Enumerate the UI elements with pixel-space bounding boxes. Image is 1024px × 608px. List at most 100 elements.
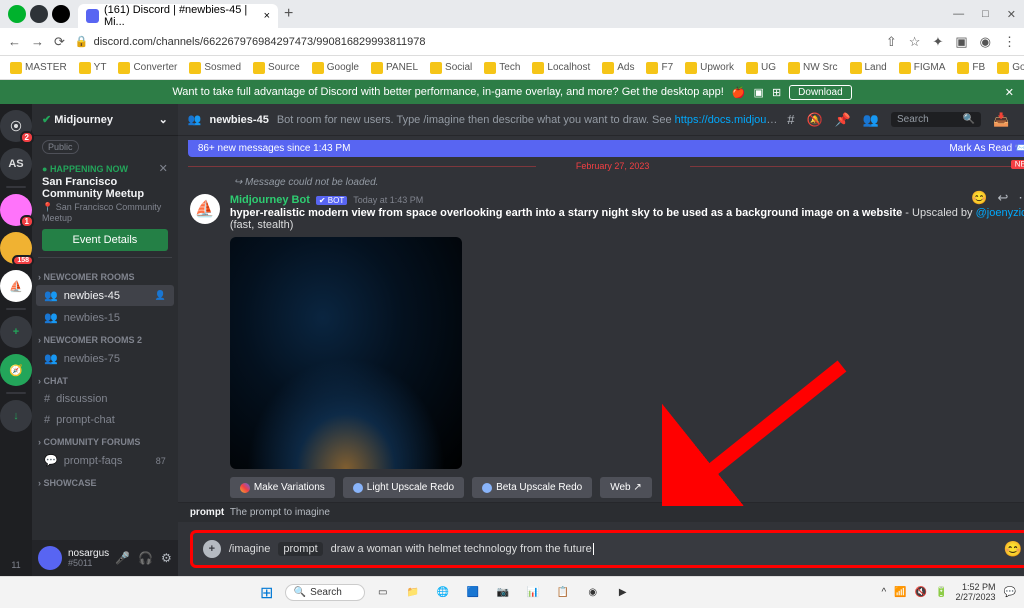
category-header[interactable]: › SHOWCASE <box>32 472 178 490</box>
notifications-icon[interactable]: 🔕 <box>806 112 822 128</box>
bookmark[interactable]: Social <box>426 62 476 74</box>
attach-button[interactable]: + <box>203 540 221 558</box>
bookmark[interactable]: Ads <box>598 62 638 74</box>
clock[interactable]: 1:52 PM2/27/2023 <box>956 583 996 603</box>
minimize-icon[interactable]: — <box>953 8 964 21</box>
battery-icon[interactable]: 🔋 <box>935 587 947 598</box>
share-icon[interactable]: ⇧ <box>886 34 897 50</box>
bookmark[interactable]: YT <box>75 62 111 74</box>
inbox-icon[interactable]: 📥 <box>993 112 1009 128</box>
bookmark[interactable]: Sosmed <box>185 62 245 74</box>
download-button[interactable]: ↓ <box>0 400 32 432</box>
server-icon-active[interactable]: ⛵ <box>0 270 32 302</box>
bookmark[interactable]: Localhost <box>528 62 594 74</box>
event-card[interactable]: ✕ ● HAPPENING NOW San Francisco Communit… <box>38 158 172 258</box>
edge-icon[interactable]: 🌐 <box>431 581 455 605</box>
download-button[interactable]: Download <box>789 85 851 100</box>
url-bar[interactable]: 🔒 discord.com/channels/66226797698429747… <box>75 35 876 48</box>
app-icon[interactable]: 📷 <box>491 581 515 605</box>
close-icon[interactable]: ✕ <box>1007 8 1016 21</box>
close-icon[interactable]: × <box>264 10 270 22</box>
channel-item[interactable]: #prompt-chat <box>36 410 174 430</box>
mute-icon[interactable]: 🎤 <box>115 551 130 565</box>
generated-image[interactable] <box>230 237 462 469</box>
category-header[interactable]: › COMMUNITY FORUMS <box>32 431 178 449</box>
members-icon[interactable]: 👥 <box>863 112 879 128</box>
profile-icon[interactable]: ◉ <box>980 34 991 50</box>
server-icon[interactable]: 1 <box>0 194 32 226</box>
bot-avatar[interactable]: ⛵ <box>190 194 220 224</box>
server-header[interactable]: ✔ Midjourney⌄ <box>32 104 178 136</box>
bookmark[interactable]: Source <box>249 62 304 74</box>
settings-icon[interactable]: ⚙ <box>161 551 172 565</box>
add-server-button[interactable]: + <box>0 316 32 348</box>
forward-icon[interactable]: → <box>31 34 44 49</box>
app-icon[interactable]: ▶ <box>611 581 635 605</box>
volume-icon[interactable]: 🔇 <box>915 587 927 598</box>
action-button[interactable]: Make Variations <box>230 477 335 498</box>
reload-icon[interactable]: ⟳ <box>54 34 65 50</box>
explore-button[interactable]: 🧭 <box>0 354 32 386</box>
emoji-button[interactable]: 😊 <box>1004 540 1023 558</box>
star-icon[interactable]: ☆ <box>909 34 921 50</box>
author[interactable]: Midjourney Bot <box>230 194 310 206</box>
chevron-up-icon[interactable]: ^ <box>881 587 886 598</box>
start-button[interactable]: ⊞ <box>255 581 279 605</box>
action-button[interactable]: Web ↗ <box>600 477 652 498</box>
bookmark[interactable]: NW Src <box>784 62 841 74</box>
notifications-icon[interactable]: 💬 <box>1004 587 1016 598</box>
app-icon[interactable]: 🟦 <box>461 581 485 605</box>
menu-icon[interactable]: ⋮ <box>1003 34 1016 50</box>
new-messages-bar[interactable]: 86+ new messages since 1:43 PMMark As Re… <box>188 140 1024 157</box>
bookmark[interactable]: Upwork <box>681 62 738 74</box>
ext-icon[interactable] <box>52 5 70 23</box>
category-header[interactable]: › NEWCOMER ROOMS <box>32 266 178 284</box>
browser-tab[interactable]: (161) Discord | #newbies-45 | Mi... × <box>78 4 278 28</box>
search-input[interactable]: Search🔍 <box>891 112 981 127</box>
bookmark[interactable]: Gov <box>993 62 1024 74</box>
chrome-icon[interactable]: ◉ <box>581 581 605 605</box>
ext-icon[interactable] <box>30 5 48 23</box>
server-icon[interactable]: 158 <box>0 232 32 264</box>
bookmark[interactable]: UG <box>742 62 780 74</box>
pinned-icon[interactable]: 📌 <box>835 112 851 128</box>
bookmark[interactable]: FB <box>953 62 989 74</box>
app-icon[interactable]: 📊 <box>521 581 545 605</box>
bookmark[interactable]: Land <box>846 62 891 74</box>
ext-icon[interactable] <box>8 5 26 23</box>
reading-icon[interactable]: ▣ <box>955 34 967 50</box>
bookmark[interactable]: Tech <box>480 62 524 74</box>
threads-icon[interactable]: # <box>787 112 794 127</box>
channel-item[interactable]: 👥newbies-15 <box>36 307 174 328</box>
bookmark[interactable]: FIGMA <box>895 62 950 74</box>
wifi-icon[interactable]: 📶 <box>894 587 906 598</box>
channel-item[interactable]: #discussion <box>36 389 174 409</box>
channel-item[interactable]: 💬prompt-faqs87 <box>36 450 174 471</box>
bookmark[interactable]: Converter <box>114 62 181 74</box>
close-icon[interactable]: ✕ <box>1005 86 1014 99</box>
app-icon[interactable]: 📋 <box>551 581 575 605</box>
mention[interactable]: @joenyzio <box>976 207 1024 219</box>
bookmark[interactable]: Google <box>308 62 363 74</box>
bookmark[interactable]: PANEL <box>367 62 422 74</box>
taskbar-search[interactable]: 🔍 Search <box>285 584 365 601</box>
action-button[interactable]: Light Upscale Redo <box>343 477 464 498</box>
bookmark[interactable]: F7 <box>642 62 677 74</box>
channel-item[interactable]: 👥newbies-45👤 <box>36 285 174 306</box>
deafen-icon[interactable]: 🎧 <box>138 551 153 565</box>
extensions-icon[interactable]: ✦ <box>932 34 943 50</box>
category-header[interactable]: › NEWCOMER ROOMS 2 <box>32 329 178 347</box>
bookmark[interactable]: MASTER <box>6 62 71 74</box>
explorer-icon[interactable]: 📁 <box>401 581 425 605</box>
close-icon[interactable]: ✕ <box>159 162 168 175</box>
new-tab-button[interactable]: + <box>284 5 293 23</box>
event-details-button[interactable]: Event Details <box>42 229 168 251</box>
channel-item[interactable]: 👥newbies-75 <box>36 348 174 369</box>
maximize-icon[interactable]: □ <box>982 8 989 21</box>
action-button[interactable]: Beta Upscale Redo <box>472 477 592 498</box>
server-icon[interactable]: AS <box>0 148 32 180</box>
message-input[interactable]: + /imagine prompt draw a woman with helm… <box>190 530 1024 568</box>
back-icon[interactable]: ← <box>8 34 21 49</box>
home-button[interactable]: ⦿2 <box>0 110 32 142</box>
task-view-icon[interactable]: ▭ <box>371 581 395 605</box>
